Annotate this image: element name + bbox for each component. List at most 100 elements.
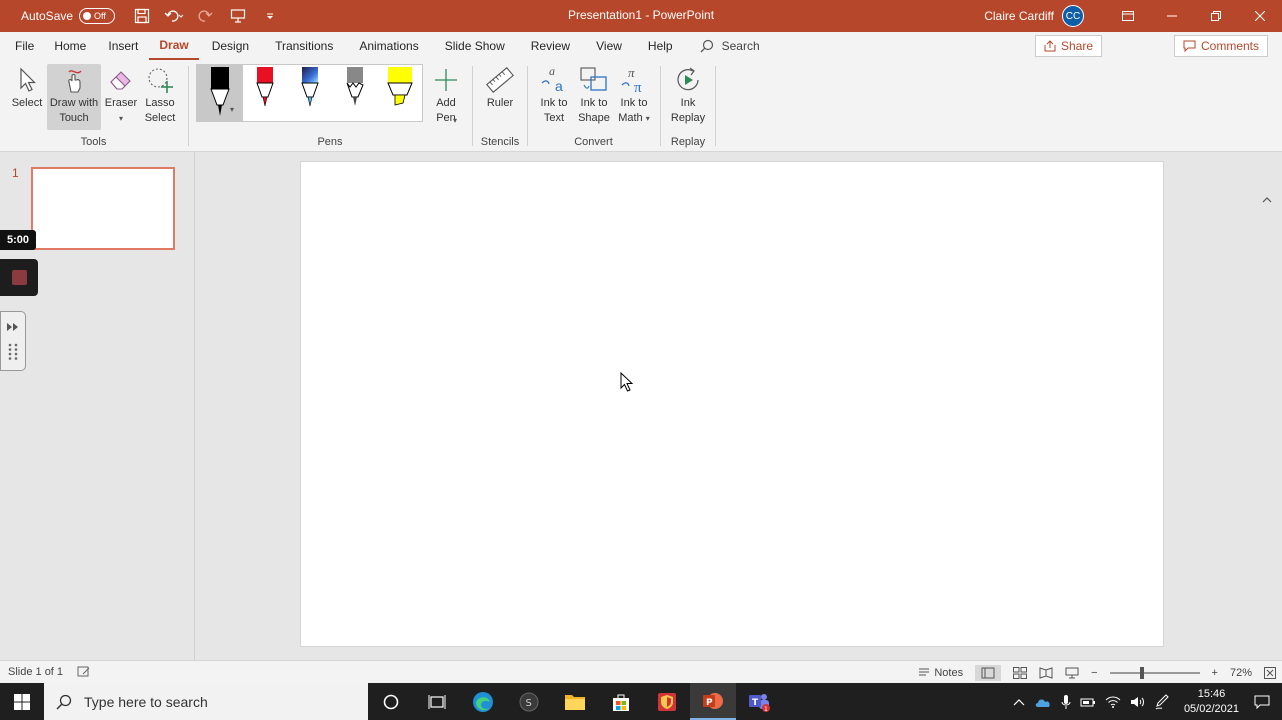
autosave-state: Off: [94, 11, 106, 21]
notifications-icon[interactable]: [1254, 695, 1270, 709]
ribbon-display-options-icon[interactable]: [1106, 0, 1150, 32]
tab-review[interactable]: Review: [518, 32, 583, 60]
select-button[interactable]: Select: [8, 64, 46, 111]
pen-options-dropdown-icon[interactable]: ▾: [230, 105, 234, 114]
add-pen-dropdown-icon[interactable]: ▾: [453, 116, 457, 125]
share-label: Share: [1060, 39, 1093, 53]
present-from-beginning-icon[interactable]: [225, 5, 251, 27]
tab-file[interactable]: File: [6, 32, 43, 60]
zoom-level[interactable]: 72%: [1230, 667, 1252, 679]
slide-show-icon[interactable]: [1065, 667, 1079, 679]
edge-browser-icon[interactable]: [460, 683, 506, 720]
tab-draw[interactable]: Draw: [149, 32, 199, 60]
ink-replay-button[interactable]: Ink Replay: [667, 64, 709, 126]
tab-slide-show[interactable]: Slide Show: [432, 32, 518, 60]
onedrive-icon[interactable]: [1034, 696, 1052, 708]
drag-handle-icon[interactable]: [7, 343, 19, 361]
ink-to-math-button[interactable]: ππ Ink to Math ▾: [614, 64, 654, 126]
tab-insert[interactable]: Insert: [97, 32, 149, 60]
zoom-out-icon[interactable]: −: [1091, 667, 1097, 679]
svg-text:a: a: [549, 65, 555, 78]
yellow-highlighter-icon[interactable]: [385, 67, 415, 111]
slide-canvas[interactable]: [300, 161, 1164, 647]
security-shield-icon[interactable]: [644, 683, 690, 720]
taskbar-search[interactable]: Type here to search: [44, 683, 368, 720]
accessibility-icon[interactable]: [77, 666, 91, 678]
zoom-in-icon[interactable]: +: [1212, 667, 1218, 679]
search-box[interactable]: Search: [700, 39, 760, 53]
normal-view-icon[interactable]: [975, 664, 1002, 681]
tab-design[interactable]: Design: [199, 32, 262, 60]
slide-sorter-icon[interactable]: [1013, 666, 1028, 679]
save-icon[interactable]: [129, 5, 155, 27]
svg-text:T: T: [752, 698, 759, 708]
pen-workspace-icon[interactable]: [1155, 693, 1169, 710]
lasso-select-button[interactable]: Lasso Select: [141, 64, 179, 126]
customize-qat-icon[interactable]: [257, 5, 283, 27]
task-view-icon[interactable]: [414, 683, 460, 720]
user-name[interactable]: Claire Cardiff: [984, 9, 1054, 23]
collapse-ribbon-icon[interactable]: [1262, 197, 1272, 203]
comment-icon: [1183, 40, 1196, 52]
tab-help[interactable]: Help: [635, 32, 686, 60]
windows-logo-icon: [14, 693, 30, 710]
ink-to-shape-button[interactable]: Ink to Shape: [574, 64, 614, 126]
galaxy-pen-icon[interactable]: [298, 67, 322, 111]
teams-icon[interactable]: T1: [736, 683, 782, 720]
clock-time: 15:46: [1197, 687, 1226, 700]
minimize-icon[interactable]: [1150, 0, 1194, 32]
ink-to-math-label-1: Ink to: [620, 97, 648, 109]
notes-button[interactable]: Notes: [918, 667, 963, 679]
red-pen-icon[interactable]: [253, 67, 277, 111]
user-avatar[interactable]: CC: [1062, 5, 1084, 27]
ink-to-shape-label-2: Shape: [578, 112, 610, 124]
screencast-app-icon[interactable]: S: [506, 683, 552, 720]
start-button[interactable]: [0, 683, 44, 720]
eraser-button[interactable]: Eraser ▾: [102, 64, 140, 126]
tab-transitions[interactable]: Transitions: [262, 32, 346, 60]
share-button[interactable]: Share: [1034, 35, 1102, 57]
tab-animations[interactable]: Animations: [346, 32, 431, 60]
battery-plug-icon[interactable]: [1080, 696, 1096, 708]
zoom-slider-thumb[interactable]: [1139, 666, 1144, 679]
autosave-toggle[interactable]: Off: [79, 8, 116, 24]
wifi-icon[interactable]: [1105, 696, 1121, 708]
ruler-button[interactable]: Ruler: [481, 64, 519, 111]
stop-recording-button[interactable]: [0, 259, 38, 296]
add-pen-button[interactable]: Add Pen: [426, 64, 466, 126]
add-pen-label-1: Add: [436, 97, 456, 109]
comments-button[interactable]: Comments: [1173, 35, 1268, 57]
slide-number: 1: [12, 166, 19, 180]
lasso-icon: [148, 68, 173, 93]
powerpoint-taskbar-icon[interactable]: P: [690, 683, 736, 720]
ink-to-math-dropdown-icon[interactable]: ▾: [646, 114, 650, 123]
fit-to-window-icon[interactable]: [1264, 666, 1276, 679]
svg-text:P: P: [706, 698, 713, 708]
recorder-side-panel[interactable]: [0, 311, 26, 371]
ink-to-text-button[interactable]: aa Ink to Text: [534, 64, 574, 126]
svg-text:π: π: [634, 80, 642, 95]
tab-view[interactable]: View: [583, 32, 635, 60]
zoom-slider[interactable]: [1109, 666, 1200, 679]
undo-icon[interactable]: [161, 5, 187, 27]
slide-thumbnail[interactable]: [31, 167, 175, 250]
file-explorer-icon[interactable]: [552, 683, 598, 720]
restore-icon[interactable]: [1194, 0, 1238, 32]
system-clock[interactable]: 15:46 05/02/2021: [1184, 687, 1239, 717]
draw-with-touch-button[interactable]: Draw with Touch: [47, 64, 101, 130]
tab-home[interactable]: Home: [43, 32, 97, 60]
reading-view-icon[interactable]: [1039, 666, 1053, 679]
chevron-up-icon[interactable]: [1013, 698, 1025, 706]
microphone-icon[interactable]: [1061, 694, 1071, 710]
microsoft-store-icon[interactable]: [598, 683, 644, 720]
fast-forward-icon[interactable]: [6, 322, 20, 332]
redo-icon[interactable]: [193, 5, 219, 27]
eraser-dropdown-icon[interactable]: ▾: [119, 111, 123, 126]
cortana-icon[interactable]: [368, 683, 414, 720]
svg-text:1: 1: [764, 706, 768, 713]
volume-icon[interactable]: [1130, 696, 1146, 708]
ink-replay-label-1: Ink: [680, 97, 696, 109]
close-icon[interactable]: [1238, 0, 1282, 32]
gray-pencil-icon[interactable]: [343, 67, 367, 111]
stencils-group: Ruler Stencils: [473, 60, 527, 152]
